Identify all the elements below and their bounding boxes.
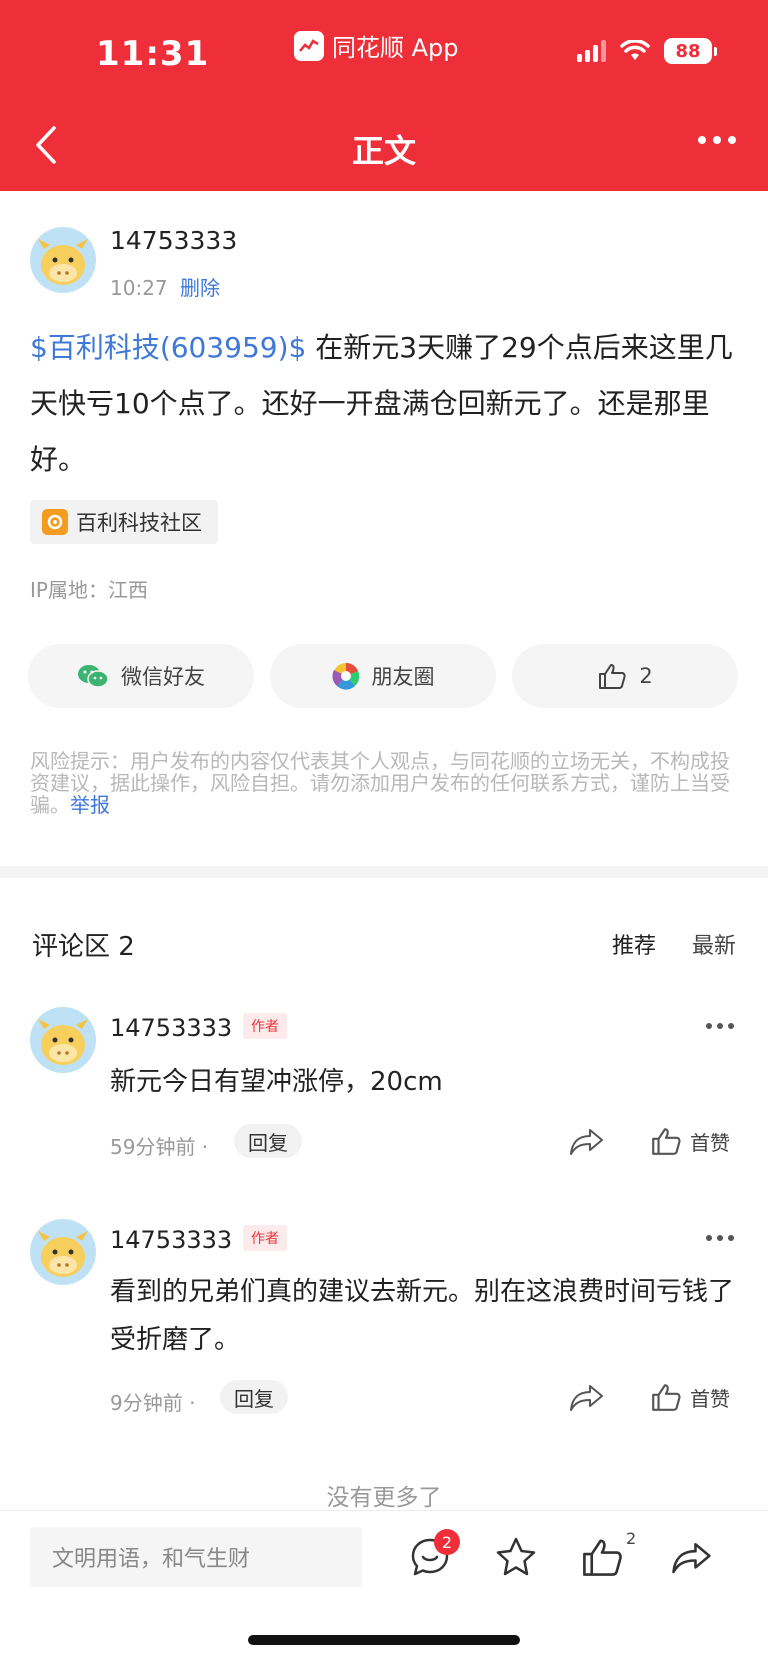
more-icon[interactable] <box>698 136 736 144</box>
report-link[interactable]: 举报 <box>70 793 110 817</box>
share-moments-button[interactable]: 朋友圈 <box>270 644 496 708</box>
comment-text: 新元今日有望冲涨停，20cm <box>110 1067 443 1097</box>
wechat-icon <box>78 665 109 688</box>
like-count-sup: 2 <box>626 1529 637 1548</box>
share-arrow-icon[interactable] <box>670 1535 714 1579</box>
reply-button[interactable]: 回复 <box>220 1380 288 1414</box>
share-wechat-button[interactable]: 微信好友 <box>28 644 254 708</box>
wifi-icon <box>620 40 650 60</box>
signal-icon <box>577 40 606 62</box>
header: 11:31 同花顺 App 88 正文 <box>0 0 768 191</box>
share-arrow-icon[interactable] <box>568 1380 606 1414</box>
comment-author-name[interactable]: 14753333 <box>110 1014 232 1042</box>
comment-count-badge: 2 <box>434 1529 460 1555</box>
moments-icon <box>331 663 359 690</box>
avatar[interactable] <box>30 1007 96 1073</box>
comment-like-button[interactable]: 首赞 <box>650 1126 730 1156</box>
no-more-text: 没有更多了 <box>326 1485 442 1511</box>
like-count: 2 <box>639 664 653 688</box>
comment-more-icon[interactable] <box>706 1023 734 1029</box>
comment-more-icon[interactable] <box>706 1235 734 1241</box>
share-wechat-label: 微信好友 <box>121 665 205 689</box>
share-arrow-icon[interactable] <box>568 1124 606 1158</box>
home-indicator <box>248 1635 520 1645</box>
comments-title: 评论区 2 <box>32 932 135 962</box>
thumb-up-icon <box>599 664 626 689</box>
app-logo-icon <box>294 30 324 61</box>
risk-notice: 风险提示：用户发布的内容仅代表其个人观点，与同花顺的立场无关，不构成投资建议，据… <box>30 750 740 816</box>
comment-like-label: 首赞 <box>690 1386 730 1411</box>
share-row: 微信好友 朋友圈 2 <box>28 644 738 708</box>
bottom-bar: 文明用语，和气生财 2 2 <box>0 1510 768 1664</box>
author-badge: 作者 <box>243 1013 287 1039</box>
share-moments-label: 朋友圈 <box>371 665 435 689</box>
status-icons: 88 <box>577 38 717 64</box>
post-time: 10:27 <box>110 276 168 300</box>
comment-time: 9分钟前 · <box>110 1391 196 1415</box>
community-tag-label: 百利科技社区 <box>76 511 202 535</box>
thumb-up-icon <box>652 1384 681 1411</box>
section-divider <box>0 866 768 878</box>
comment-like-label: 首赞 <box>690 1130 730 1155</box>
comment-like-button[interactable]: 首赞 <box>650 1382 730 1412</box>
delete-link[interactable]: 删除 <box>180 276 220 300</box>
post-author-name[interactable]: 14753333 <box>110 226 237 255</box>
post-body: $百利科技(603959)$ 在新元3天赚了29个点后来这里几天快亏10个点了。… <box>30 320 740 488</box>
thumb-up-icon[interactable] <box>580 1535 624 1579</box>
comment-input[interactable]: 文明用语，和气生财 <box>30 1527 362 1587</box>
thumb-up-icon <box>652 1128 681 1155</box>
stock-link[interactable]: $百利科技(603959)$ <box>30 331 306 364</box>
reply-button[interactable]: 回复 <box>234 1124 302 1158</box>
sort-recommend-tab[interactable]: 推荐 <box>612 928 656 960</box>
status-app-indicator[interactable]: 同花顺 App <box>294 28 459 63</box>
ip-location: IP属地：江西 <box>30 578 148 602</box>
star-icon[interactable] <box>494 1535 538 1579</box>
avatar[interactable] <box>30 227 96 293</box>
battery-icon: 88 <box>664 38 717 64</box>
comment-text: 看到的兄弟们真的建议去新元。别在这浪费时间亏钱了受折磨了。 <box>110 1277 735 1355</box>
community-tag[interactable]: 百利科技社区 <box>30 500 218 544</box>
status-time: 11:31 <box>96 34 210 74</box>
author-badge: 作者 <box>243 1225 287 1251</box>
status-app-name: 同花顺 App <box>332 34 459 62</box>
page-title: 正文 <box>351 132 416 170</box>
risk-notice-text: 风险提示：用户发布的内容仅代表其个人观点，与同花顺的立场无关，不构成投资建议，据… <box>30 749 730 817</box>
like-button[interactable]: 2 <box>512 644 738 708</box>
community-icon <box>42 509 68 535</box>
post-meta: 10:27 删除 <box>110 272 220 301</box>
sort-latest-tab[interactable]: 最新 <box>692 928 736 960</box>
comment-time: 59分钟前 · <box>110 1135 209 1159</box>
comment-author-name[interactable]: 14753333 <box>110 1226 232 1254</box>
avatar[interactable] <box>30 1219 96 1285</box>
